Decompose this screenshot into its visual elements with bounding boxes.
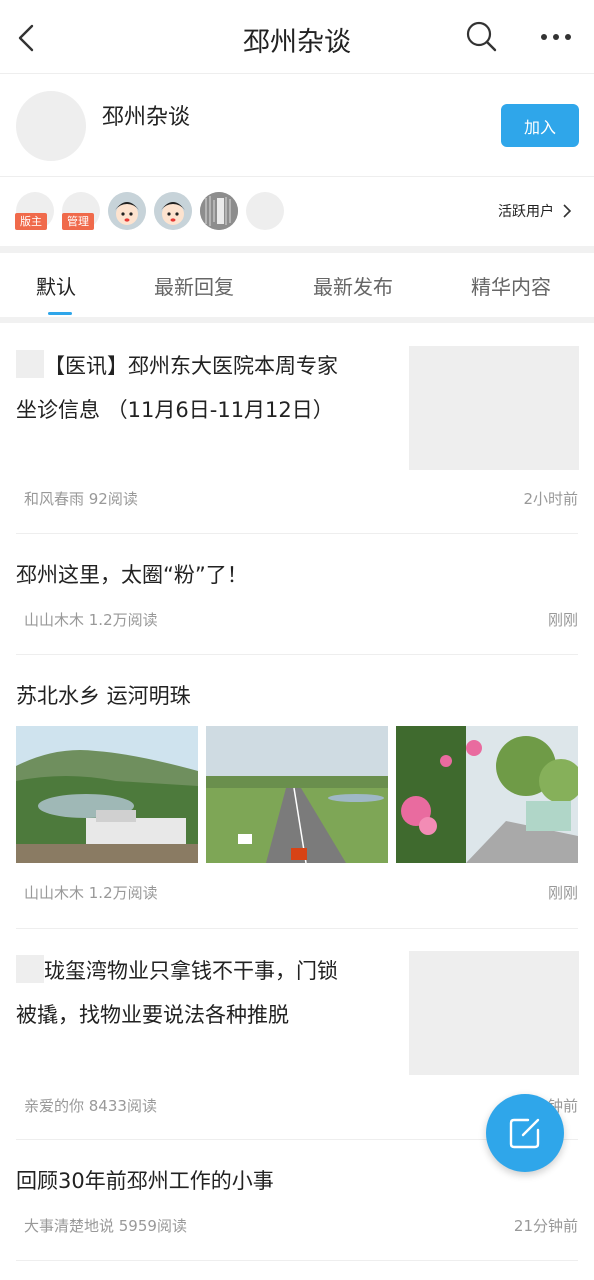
post-time: 刚刚 [547,611,578,629]
post-image-flowers[interactable] [396,726,578,863]
post-image-road[interactable] [206,726,388,863]
post-meta: 大事清楚地说 5959阅读 [24,1217,187,1235]
join-button[interactable]: 加入 [501,104,579,147]
admin-badge: 管理 [62,213,94,230]
member-avatar[interactable] [246,192,284,230]
tab-default[interactable]: 默认 [36,271,76,300]
post-separator [16,1260,578,1261]
post-title: 邳州这里，太圈“粉”了！ [16,563,248,587]
compose-icon [509,1118,540,1149]
active-users-link[interactable]: 活跃用户 [498,201,572,221]
tab-active-indicator [48,312,72,315]
members-row[interactable]: 版主 管理 活跃用户 [0,178,594,246]
post-meta: 山山木木 1.2万阅读 [24,611,158,629]
tab-featured[interactable]: 精华内容 [471,271,551,300]
group-avatar [16,91,86,161]
post-tag-placeholder [16,955,44,983]
member-avatar[interactable] [108,192,146,230]
top-bar: 邳州杂谈 [0,0,594,74]
post-time: 刚刚 [547,884,578,902]
post-meta: 亲爱的你 8433阅读 [24,1097,157,1115]
page-title: 邳州杂谈 [243,27,351,58]
search-icon[interactable] [463,18,499,54]
post-title: 苏北水乡 运河明珠 [16,684,191,708]
tab-latest-post[interactable]: 最新发布 [313,271,393,300]
post-image-lake[interactable] [16,726,198,863]
post-item[interactable]: 【医讯】邳州东大医院本周专家 坐诊信息 （11月6日-11月12日） 和风春雨 … [0,323,594,534]
group-header: 邳州杂谈 加入 [0,75,594,177]
active-users-label: 活跃用户 [498,204,554,220]
post-tag-placeholder [16,350,44,378]
post-time: 2小时前 [523,490,578,508]
compose-button[interactable] [486,1094,564,1172]
member-avatar[interactable] [200,192,238,230]
post-title: 珑玺湾物业只拿钱不干事，门锁 被撬，找物业要说法各种推脱 [16,949,396,1037]
member-avatar[interactable] [154,192,192,230]
post-meta: 和风春雨 92阅读 [24,490,138,508]
section-divider [0,246,594,253]
post-title: 【医讯】邳州东大医院本周专家 坐诊信息 （11月6日-11月12日） [16,344,396,432]
tab-latest-reply[interactable]: 最新回复 [154,271,234,300]
post-title: 回顾30年前邳州工作的小事 [16,1169,274,1193]
post-time: 21分钟前 [513,1217,578,1235]
moderator-badge: 版主 [15,213,47,230]
chevron-right-icon [563,204,572,218]
tab-bar: 默认 最新回复 最新发布 精华内容 [0,253,594,317]
post-image-row [16,726,579,863]
post-meta: 山山木木 1.2万阅读 [24,884,158,902]
post-thumbnail [409,951,579,1075]
more-dots-icon[interactable] [538,22,574,52]
post-thumbnail [409,346,579,470]
post-item[interactable]: 邳州这里，太圈“粉”了！ 山山木木 1.2万阅读 刚刚 [0,534,594,655]
group-name: 邳州杂谈 [102,105,191,130]
